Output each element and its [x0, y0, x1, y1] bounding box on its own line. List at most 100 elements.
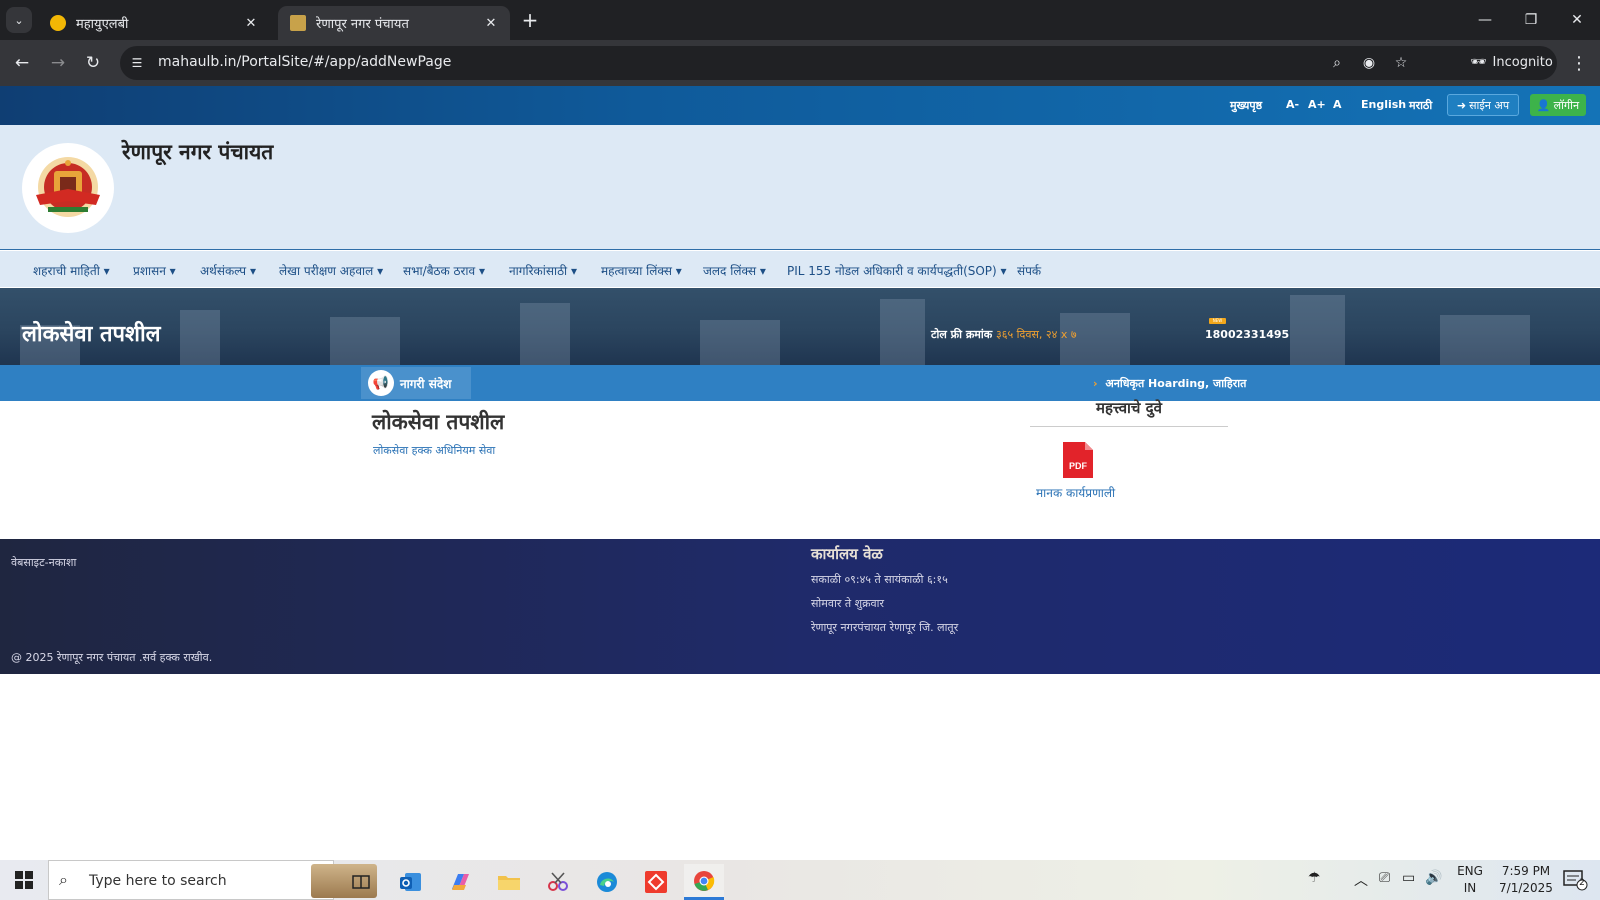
windows-start-icon[interactable]: [0, 860, 48, 900]
font-increase-button[interactable]: A+: [1308, 98, 1326, 111]
tab-search-dropdown-icon[interactable]: ⌄: [6, 7, 32, 33]
eye-slash-icon[interactable]: ◉: [1359, 53, 1379, 73]
civic-message-tab[interactable]: 📢 नागरी संदेश: [361, 367, 471, 399]
taskbar-search-box[interactable]: ⌕ Type here to search: [48, 860, 377, 900]
browser-tab-strip: ⌄ महायुएलबी ✕ रेणापूर नगर पंचायत ✕ + — ❐…: [0, 0, 1600, 40]
browser-toolbar: ← → ↻ ☰ mahaulb.in/PortalSite/#/app/addN…: [0, 40, 1600, 86]
close-window-icon[interactable]: ✕: [1554, 0, 1600, 40]
reload-icon[interactable]: ↻: [80, 50, 106, 76]
chrome-browser-icon[interactable]: [684, 864, 724, 900]
ticker-text: अनधिकृत Hoarding, जाहिरात: [1105, 377, 1247, 390]
sign-in-arrow-icon: ➜: [1456, 98, 1467, 112]
tollfree-label: टोल फ्री क्रमांक: [931, 328, 993, 341]
site-info-icon[interactable]: ☰: [128, 54, 146, 72]
sop-document-link[interactable]: मानक कार्यप्रणाली: [1036, 484, 1115, 501]
home-link[interactable]: मुख्यपृष्ठ: [1230, 98, 1262, 113]
chevron-right-icon: ›: [1093, 377, 1098, 390]
minimize-icon[interactable]: —: [1462, 0, 1508, 40]
tollfree-number[interactable]: 18002331495: [1205, 328, 1289, 341]
browser-menu-icon[interactable]: ⋮: [1568, 50, 1590, 76]
english-language-link[interactable]: English: [1361, 98, 1406, 111]
clock-date[interactable]: 7/1/2025: [1490, 881, 1562, 895]
incognito-indicator[interactable]: 🕶 Incognito: [1460, 47, 1560, 77]
skyline-building: [700, 320, 780, 365]
page-title: लोकसेवा तपशील: [372, 409, 505, 434]
nav-quick-links[interactable]: जलद लिंक्स ▾: [703, 262, 766, 279]
office-days-text: सोमवार ते शुक्रवार: [811, 597, 884, 610]
signup-label: साईन अप: [1469, 98, 1510, 112]
show-hidden-icons-chevron-icon[interactable]: ︿: [1354, 870, 1368, 890]
nav-city-info[interactable]: शहराची माहिती ▾: [33, 262, 110, 279]
site-footer: वेबसाइट-नकाशा कार्यालय वेळ सकाळी ०९:४५ त…: [0, 539, 1600, 674]
megaphone-icon: 📢: [368, 370, 394, 396]
input-language-top[interactable]: ENG: [1453, 864, 1487, 878]
volume-icon[interactable]: 🔊: [1425, 870, 1442, 886]
bookmark-star-icon[interactable]: ☆: [1391, 53, 1411, 73]
site-top-bar: मुख्यपृष्ठ A- A+ A English मराठी ➜ साईन …: [0, 86, 1600, 125]
nav-pil-sop[interactable]: PIL 155 नोडल अधिकारी व कार्यपद्धती(SOP) …: [787, 262, 1007, 279]
font-decrease-button[interactable]: A-: [1286, 98, 1299, 111]
nav-contact[interactable]: संपर्क: [1017, 262, 1041, 279]
windows-logo-graphic: [15, 871, 33, 889]
notice-ticker[interactable]: › अनधिकृत Hoarding, जाहिरात: [1093, 376, 1246, 391]
coin-favicon-icon: [50, 15, 66, 31]
edge-browser-icon[interactable]: [587, 864, 627, 900]
task-view-icon[interactable]: [341, 864, 381, 900]
pdf-file-icon[interactable]: PDF: [1061, 440, 1095, 480]
sitemap-link[interactable]: वेबसाइट-नकाशा: [11, 555, 76, 570]
notification-center-icon[interactable]: 2: [1562, 868, 1590, 892]
font-normal-button[interactable]: A: [1333, 98, 1342, 111]
nav-important-links[interactable]: महत्वाच्या लिंक्स ▾: [601, 262, 682, 279]
url-text[interactable]: mahaulb.in/PortalSite/#/app/addNewPage: [158, 54, 451, 70]
tollfree-hours: ३६५ दिवस, २४ x ७: [996, 328, 1077, 341]
pdf-graphic: PDF: [1063, 442, 1093, 478]
meet-now-icon[interactable]: ⎚: [1379, 870, 1390, 886]
signup-button[interactable]: ➜ साईन अप: [1447, 94, 1519, 116]
clock-time[interactable]: 7:59 PM: [1490, 864, 1562, 878]
network-icon[interactable]: ▭: [1402, 870, 1415, 886]
new-tab-plus-icon[interactable]: +: [518, 8, 542, 32]
site-header: रेणापूर नगर पंचायत: [0, 125, 1600, 250]
zoom-magnifier-icon[interactable]: ⌕: [1327, 53, 1347, 73]
login-button[interactable]: 👤 लॉगीन: [1530, 94, 1586, 116]
back-arrow-icon[interactable]: ←: [9, 50, 35, 76]
forward-arrow-icon[interactable]: →: [45, 50, 71, 76]
marathi-language-link[interactable]: मराठी: [1409, 98, 1432, 113]
nav-audit-report[interactable]: लेखा परीक्षण अहवाल ▾: [279, 262, 383, 279]
outlook-icon[interactable]: [391, 864, 431, 900]
tollfree-info: टोल फ्री क्रमांक ३६५ दिवस, २४ x ७: [931, 327, 1077, 342]
restore-icon[interactable]: ❐: [1508, 0, 1554, 40]
service-act-link[interactable]: लोकसेवा हक्क अधिनियम सेवा: [373, 443, 495, 458]
user-icon: 👤: [1536, 98, 1551, 112]
office-address-text: रेणापूर नगरपंचायत रेणापूर जि. लातूर: [811, 621, 959, 634]
weather-rain-icon[interactable]: ☂: [1308, 870, 1321, 886]
input-language-bottom[interactable]: IN: [1453, 881, 1487, 895]
address-bar[interactable]: ☰ mahaulb.in/PortalSite/#/app/addNewPage…: [120, 46, 1557, 80]
municipal-emblem-logo[interactable]: [22, 143, 114, 233]
nav-for-citizens[interactable]: नागरिकांसाठी ▾: [509, 262, 577, 279]
search-icon: ⌕: [59, 870, 68, 889]
browser-tab-renapur[interactable]: रेणापूर नगर पंचायत ✕: [278, 6, 510, 40]
skyline-building: [1440, 315, 1530, 365]
anydesk-icon[interactable]: [636, 864, 676, 900]
browser-tab-mahaulb[interactable]: महायुएलबी ✕: [38, 6, 270, 40]
tab-title: महायुएलबी: [76, 17, 129, 32]
new-badge: NEW: [1209, 318, 1226, 324]
file-explorer-icon[interactable]: [489, 864, 529, 900]
skyline-building: [520, 303, 570, 365]
important-links-heading: महत्त्वाचे दुवे: [1030, 398, 1228, 427]
nav-budget[interactable]: अर्थसंकल्प ▾: [200, 262, 256, 279]
banner-title: लोकसेवा तपशील: [22, 321, 161, 347]
skyline-building: [1290, 295, 1345, 365]
login-label: लॉगीन: [1553, 98, 1580, 112]
site-favicon-icon: [290, 15, 306, 31]
close-tab-icon[interactable]: ✕: [242, 14, 260, 32]
civic-message-label: नागरी संदेश: [400, 376, 452, 391]
nav-administration[interactable]: प्रशासन ▾: [133, 262, 176, 279]
close-tab-icon[interactable]: ✕: [482, 14, 500, 32]
nav-meeting-resolutions[interactable]: सभा/बैठक ठराव ▾: [403, 262, 485, 279]
copilot-icon[interactable]: [440, 864, 480, 900]
snipping-tool-icon[interactable]: [538, 864, 578, 900]
windows-taskbar: ⌕ Type here to search ☂ ︿ ⎚ ▭ 🔊 ENG IN 7…: [0, 860, 1600, 900]
copyright-text: @ 2025 रेणापूर नगर पंचायत .सर्व हक्क राख…: [11, 651, 213, 664]
